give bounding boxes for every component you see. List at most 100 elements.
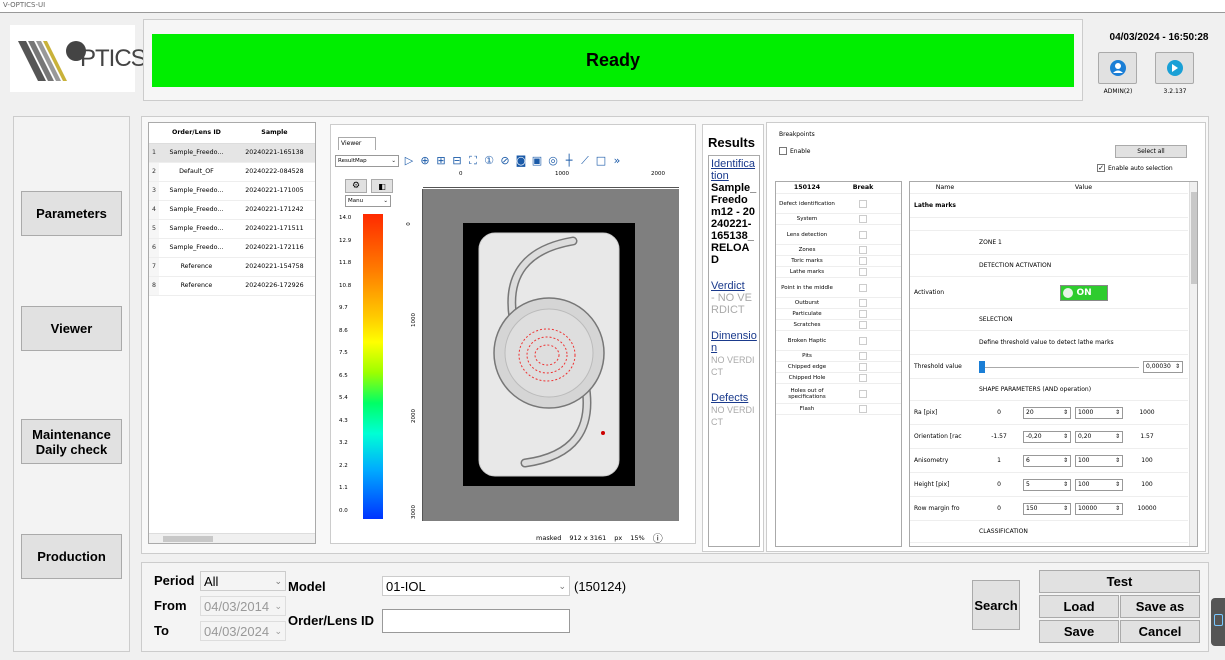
list-item[interactable]: Zones — [776, 245, 901, 256]
rectangle-icon[interactable]: □ — [595, 155, 607, 167]
table-row[interactable]: 6 Sample_Freedo... 20240221-172116 — [149, 238, 315, 258]
zoom-in-icon[interactable]: ⊕ — [419, 155, 431, 167]
table-row[interactable]: 1 Sample_Freedo... 20240221-165138 — [149, 143, 315, 163]
break-checkbox[interactable] — [859, 336, 867, 345]
params-vertical-scrollbar[interactable] — [1189, 182, 1197, 546]
list-item[interactable]: Point in the middle — [776, 278, 901, 298]
enable-breakpoints[interactable]: Enable — [779, 147, 810, 155]
defects-link[interactable]: Defects — [711, 392, 757, 404]
crosshair-icon[interactable]: ┼ — [563, 155, 575, 167]
side-tab-handle[interactable] — [1211, 598, 1225, 646]
break-checkbox[interactable] — [859, 199, 867, 208]
break-checkbox[interactable] — [859, 268, 867, 276]
save-as-button[interactable]: Save as — [1120, 595, 1200, 618]
verdict-link[interactable]: Verdict — [711, 280, 757, 292]
range-low-spin[interactable]: -0,20 ⇕ — [1023, 430, 1071, 443]
threshold-spin[interactable]: 0,00030 ⇕ — [1143, 360, 1183, 373]
break-checkbox[interactable] — [859, 389, 867, 398]
dimension-link[interactable]: Dimension — [711, 330, 757, 354]
fingerprint-icon[interactable]: ◎ — [547, 155, 559, 167]
break-checkbox[interactable] — [859, 246, 867, 254]
list-item[interactable]: Toric marks — [776, 256, 901, 267]
table-row[interactable]: 7 Reference 20240221-154758 — [149, 257, 315, 277]
list-item[interactable]: Outburst — [776, 298, 901, 309]
gear-icon[interactable]: ⚙ — [345, 179, 367, 193]
to-date[interactable]: 04/03/2024 ⌄ — [200, 621, 286, 641]
breakpoint-table[interactable]: 150124 Break Defect identification System… — [775, 181, 902, 547]
break-checkbox[interactable] — [859, 299, 867, 307]
table-row[interactable]: 2 Default_OF 20240222-084528 — [149, 162, 315, 182]
pointer-icon[interactable]: ▷ — [403, 155, 415, 167]
range-high-spin[interactable]: 0,20 ⇕ — [1075, 430, 1123, 443]
order-id-input[interactable] — [382, 609, 570, 633]
fit-icon[interactable]: ⛶ — [467, 155, 479, 167]
load-button[interactable]: Load — [1039, 595, 1119, 618]
nav-parameters-button[interactable]: Parameters — [21, 191, 122, 236]
break-checkbox[interactable] — [859, 283, 867, 292]
list-item[interactable]: Chipped edge — [776, 362, 901, 373]
range-low-spin[interactable]: 6 ⇕ — [1023, 454, 1071, 467]
test-button[interactable]: Test — [1039, 570, 1200, 593]
range-low-spin[interactable]: 5 ⇕ — [1023, 478, 1071, 491]
list-item[interactable]: Chipped Hole — [776, 373, 901, 384]
one-to-one-icon[interactable]: ① — [483, 155, 495, 167]
zoom-plus-icon[interactable]: ⊞ — [435, 155, 447, 167]
zoom-minus-icon[interactable]: ⊟ — [451, 155, 463, 167]
break-checkbox[interactable] — [859, 405, 867, 413]
table-row[interactable]: 8 Reference 20240226-172926 — [149, 276, 315, 296]
nav-maintenance-button[interactable]: Maintenance Daily check — [21, 419, 122, 464]
snapshot-icon[interactable]: ◙ — [515, 155, 527, 167]
list-item[interactable]: Defect identification — [776, 194, 901, 214]
table-row[interactable]: 4 Sample_Freedo... 20240221-171242 — [149, 200, 315, 220]
results-list[interactable]: Identification Sample_Freedom12 - 202402… — [708, 155, 760, 547]
parameters-table[interactable]: Name Value Lathe marks ZONE 1 DETECTION … — [909, 181, 1198, 547]
activation-toggle[interactable]: ON — [1059, 284, 1108, 301]
from-date[interactable]: 04/03/2014 ⌄ — [200, 596, 286, 616]
save-icon[interactable]: ▣ — [531, 155, 543, 167]
table-row[interactable]: 5 Sample_Freedo... 20240221-171511 — [149, 219, 315, 239]
sample-header[interactable]: Sample — [233, 123, 315, 144]
order-id-header[interactable]: Order/Lens ID — [159, 123, 234, 144]
break-checkbox[interactable] — [859, 374, 867, 382]
range-high-spin[interactable]: 100 ⇕ — [1075, 454, 1123, 467]
save-button[interactable]: Save — [1039, 620, 1119, 643]
info-icon[interactable]: ⓘ — [653, 530, 663, 545]
break-checkbox[interactable] — [859, 352, 867, 360]
user-button[interactable] — [1098, 52, 1137, 84]
nav-production-button[interactable]: Production — [21, 534, 122, 579]
list-item[interactable]: Scratches — [776, 320, 901, 331]
search-button[interactable]: Search — [972, 580, 1020, 630]
model-select[interactable]: 01-IOL ⌄ — [382, 576, 570, 596]
range-high-spin[interactable]: 10000 ⇕ — [1075, 502, 1123, 515]
break-checkbox[interactable] — [859, 215, 867, 223]
nav-viewer-button[interactable]: Viewer — [21, 306, 122, 351]
list-item[interactable]: Holes out of specifications — [776, 384, 901, 404]
mode-select[interactable]: Manu ⌄ — [345, 195, 391, 207]
line-icon[interactable]: ⟋ — [579, 155, 591, 167]
params-scroll-thumb[interactable] — [1191, 192, 1197, 284]
table-row[interactable]: 3 Sample_Freedo... 20240221-171005 — [149, 181, 315, 201]
range-high-spin[interactable]: 100 ⇕ — [1075, 478, 1123, 491]
orders-table[interactable]: Order/Lens ID Sample 1 Sample_Freedo... 20… — [148, 122, 316, 544]
list-item[interactable]: Broken Haptic — [776, 331, 901, 351]
slider-handle[interactable] — [979, 360, 985, 373]
break-checkbox[interactable] — [859, 310, 867, 318]
break-checkbox[interactable] — [859, 321, 867, 329]
orders-horizontal-scrollbar[interactable] — [149, 533, 315, 543]
range-low-spin[interactable]: 20 ⇕ — [1023, 406, 1071, 419]
range-high-spin[interactable]: 1000 ⇕ — [1075, 406, 1123, 419]
result-map-select[interactable]: ResultMap ⌄ — [335, 155, 399, 167]
break-checkbox[interactable] — [859, 230, 867, 239]
list-item[interactable]: Lathe marks — [776, 267, 901, 278]
break-checkbox[interactable] — [859, 257, 867, 265]
list-item[interactable]: System — [776, 214, 901, 225]
break-checkbox[interactable] — [859, 363, 867, 371]
list-item[interactable]: Flash — [776, 404, 901, 415]
auto-selection-checkbox[interactable]: ✓ — [1097, 164, 1105, 172]
auto-selection[interactable]: ✓ Enable auto selection — [1097, 164, 1173, 172]
list-item[interactable]: Pits — [776, 351, 901, 362]
cancel-button[interactable]: Cancel — [1120, 620, 1200, 643]
orders-scroll-thumb[interactable] — [163, 536, 213, 542]
list-item[interactable]: Lens detection — [776, 225, 901, 245]
range-low-spin[interactable]: 150 ⇕ — [1023, 502, 1071, 515]
